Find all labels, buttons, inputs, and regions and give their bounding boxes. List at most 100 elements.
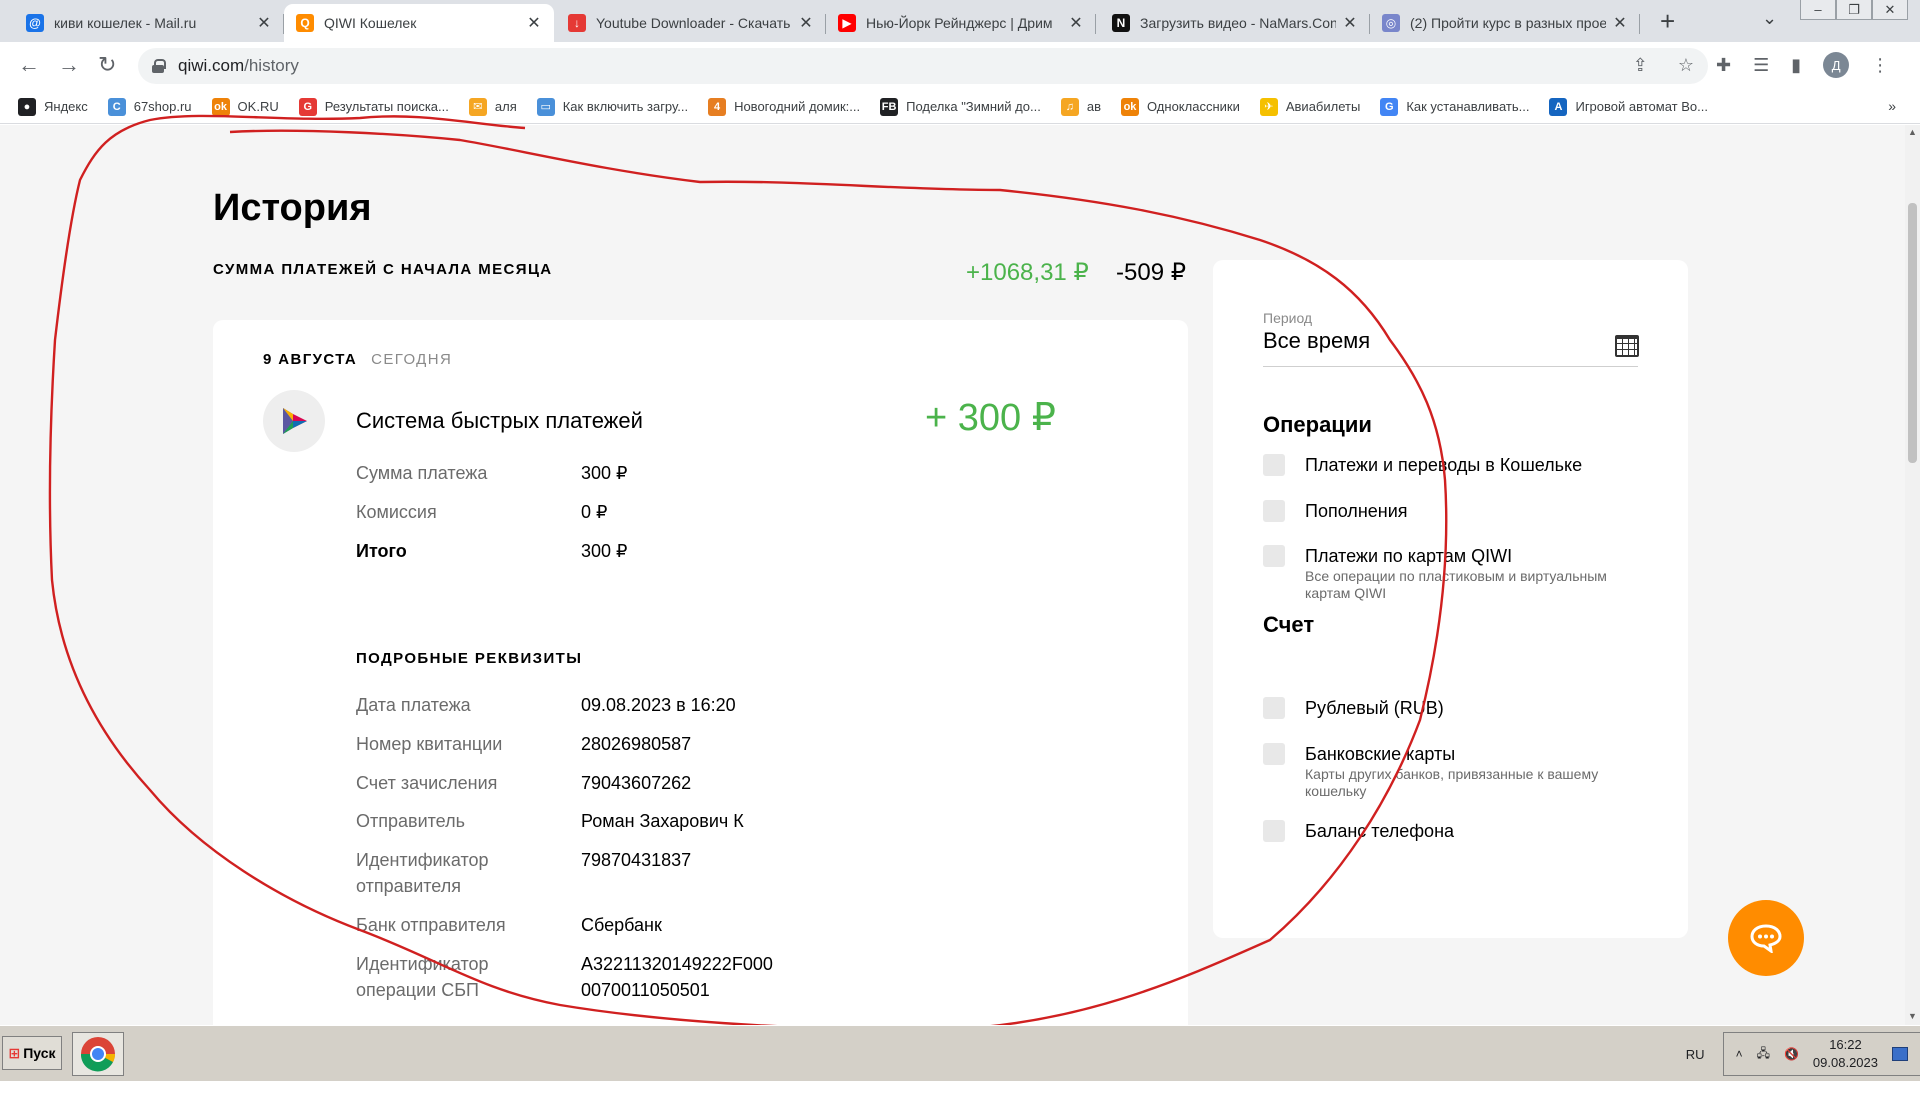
close-window-button[interactable]: ✕ [1872,0,1908,20]
bookmarks-overflow-button[interactable]: » [1888,98,1896,114]
tab-title: QIWI Кошелек [324,15,417,31]
bookmark-item[interactable]: ok OK.RU [211,97,279,116]
minimize-button[interactable]: – [1800,0,1836,20]
star-icon[interactable]: ☆ [1678,55,1694,76]
tab-1[interactable]: Q QIWI Кошелек ✕ [284,4,554,42]
tray-expand-icon[interactable]: ˄ [1736,1047,1743,1061]
filter-checkbox-option[interactable]: Платежи по картам QIWI Все операции по пл… [1263,544,1645,602]
summary-key: Сумма платежа [356,463,488,483]
bookmark-item[interactable]: G Как устанавливать... [1380,97,1529,116]
scroll-down-icon[interactable]: ▼ [1908,1011,1917,1021]
checkbox[interactable] [1263,820,1285,842]
browser-toolbar: ← → ↻ qiwi.com/history ⇪ ☆ [0,42,1920,90]
checkbox[interactable] [1263,697,1285,719]
detail-value: Сбербанк [581,915,662,935]
tab-3[interactable]: ▶ Нью-Йорк Рейнджерс | Дрим ✕ [826,4,1096,42]
share-icon[interactable]: ⇪ [1633,55,1648,76]
clock-time: 16:22 [1829,1037,1862,1052]
detail-key: Счет зачисления [356,773,498,793]
side-panel-icon[interactable]: ▮ [1791,55,1801,76]
back-button[interactable]: ← [18,52,40,78]
tab-close-icon[interactable]: ✕ [526,13,542,33]
media-icon[interactable]: ☰ [1753,55,1769,76]
windows-logo-icon: ⊞ [8,1044,21,1061]
clock-date: 09.08.2023 [1812,1055,1878,1070]
bookmark-item[interactable]: ✉ аля [468,97,517,116]
period-label: Период [1263,310,1313,326]
system-tray: RU ˄ 🖧 🔇 16:22 09.08.2023 [1686,1026,1920,1082]
language-indicator[interactable]: RU [1686,1047,1705,1062]
scroll-up-icon[interactable]: ▲ [1908,127,1917,137]
tab-close-icon[interactable]: ✕ [1342,13,1358,33]
bookmark-favicon-icon: G [1380,97,1399,116]
bookmark-favicon-icon: ● [18,97,36,116]
sbp-logo-icon [263,390,325,452]
checkbox[interactable] [1263,500,1285,522]
payment-card: 9 АВГУСТА СЕГОДНЯ Система быстрых платеже… [213,320,1188,1025]
checkbox[interactable] [1263,454,1285,476]
forward-button[interactable]: → [58,52,80,78]
bookmark-item[interactable]: FB Поделка "Зимний до... [880,97,1041,116]
option-label: Пополнения [1305,501,1408,521]
bookmark-item[interactable]: G Результаты поиска... [298,97,449,116]
detail-key: Дата платежа [356,695,471,715]
bookmark-item[interactable]: ▭ Как включить загру... [536,97,688,116]
tab-close-icon[interactable]: ✕ [1612,13,1628,33]
volume-muted-icon[interactable]: 🔇 [1784,1047,1799,1061]
bookmark-favicon-icon: FB [880,97,899,116]
url-text[interactable]: qiwi.com/history [178,56,299,76]
clock[interactable]: 16:22 09.08.2023 [1813,1036,1878,1072]
payment-date-header: 9 АВГУСТА СЕГОДНЯ [263,351,452,368]
filter-checkbox-option[interactable]: Платежи и переводы в Кошельке [1263,453,1582,477]
new-tab-button[interactable]: + [1660,6,1675,37]
start-button[interactable]: ⊞ Пуск [2,1036,62,1070]
tab-2[interactable]: ↓ Youtube Downloader - Скачать ✕ [556,4,826,42]
period-select[interactable]: Все время [1263,328,1370,354]
bookmark-label: OK.RU [237,99,279,114]
bookmark-item[interactable]: 4 Новогодний домик:... [708,97,860,116]
filter-checkbox-option[interactable]: Рублевый (RUB) [1263,696,1444,720]
bookmark-item[interactable]: ✈ Авиабилеты [1259,97,1361,116]
checkbox[interactable] [1263,743,1285,765]
tab-close-icon[interactable]: ✕ [1068,13,1084,33]
bookmark-item[interactable]: C 67shop.ru [107,97,192,116]
restore-button[interactable]: ❐ [1836,0,1872,20]
tab-title: Youtube Downloader - Скачать [596,15,791,31]
summary-value: 300 ₽ [581,463,628,483]
bookmark-item[interactable]: A Игровой автомат Во... [1549,97,1708,116]
bookmark-item[interactable]: ♫ ав [1060,97,1101,116]
filter-checkbox-option[interactable]: Банковские карты Карты других банков, при… [1263,742,1645,800]
scroll-thumb[interactable] [1908,203,1917,463]
menu-icon[interactable]: ⋮ [1871,55,1889,76]
extensions-icon[interactable]: ✚ [1716,55,1731,76]
network-icon[interactable]: 🖧 [1757,1044,1770,1065]
page-scrollbar[interactable]: ▲ ▼ [1905,125,1920,1025]
filter-checkbox-option[interactable]: Баланс телефона [1263,819,1454,843]
tab-close-icon[interactable]: ✕ [798,13,814,33]
bookmark-item[interactable]: ok Одноклассники [1120,97,1240,116]
tab-5[interactable]: ◎ (2) Пройти курс в разных прое ✕ [1370,4,1640,42]
calendar-icon[interactable] [1615,335,1639,357]
bookmark-item[interactable]: ● Яндекс [18,97,88,116]
profile-avatar[interactable]: Д [1823,52,1850,78]
bookmark-favicon-icon: C [107,97,126,116]
taskbar-chrome-button[interactable] [72,1032,124,1076]
tab-4[interactable]: N Загрузить видео - NaMars.Con ✕ [1100,4,1370,42]
reload-button[interactable]: ↻ [98,52,116,78]
tab-0[interactable]: @ киви кошелек - Mail.ru ✕ [14,4,284,42]
provider-name[interactable]: Система быстрых платежей [356,408,643,434]
window-controls: – ❐ ✕ [1800,0,1908,22]
tab-search-button[interactable]: ⌄ [1762,8,1777,29]
address-bar[interactable]: qiwi.com/history ⇪ ☆ [138,48,1708,84]
bookmark-label: Авиабилеты [1285,99,1361,114]
show-desktop-icon[interactable] [1892,1047,1908,1061]
tab-favicon-icon: ↓ [568,14,586,32]
checkbox[interactable] [1263,545,1285,567]
lock-icon[interactable] [152,59,166,73]
filter-checkbox-option[interactable]: Пополнения [1263,499,1408,523]
tab-strip: @ киви кошелек - Mail.ru ✕ Q QIWI Кошелек ✕ ↓ Y… [0,0,1920,42]
tab-title: Загрузить видео - NaMars.Con [1140,15,1336,31]
chat-button[interactable] [1728,900,1804,976]
account-title: Счет [1263,612,1315,637]
tab-close-icon[interactable]: ✕ [256,13,272,33]
